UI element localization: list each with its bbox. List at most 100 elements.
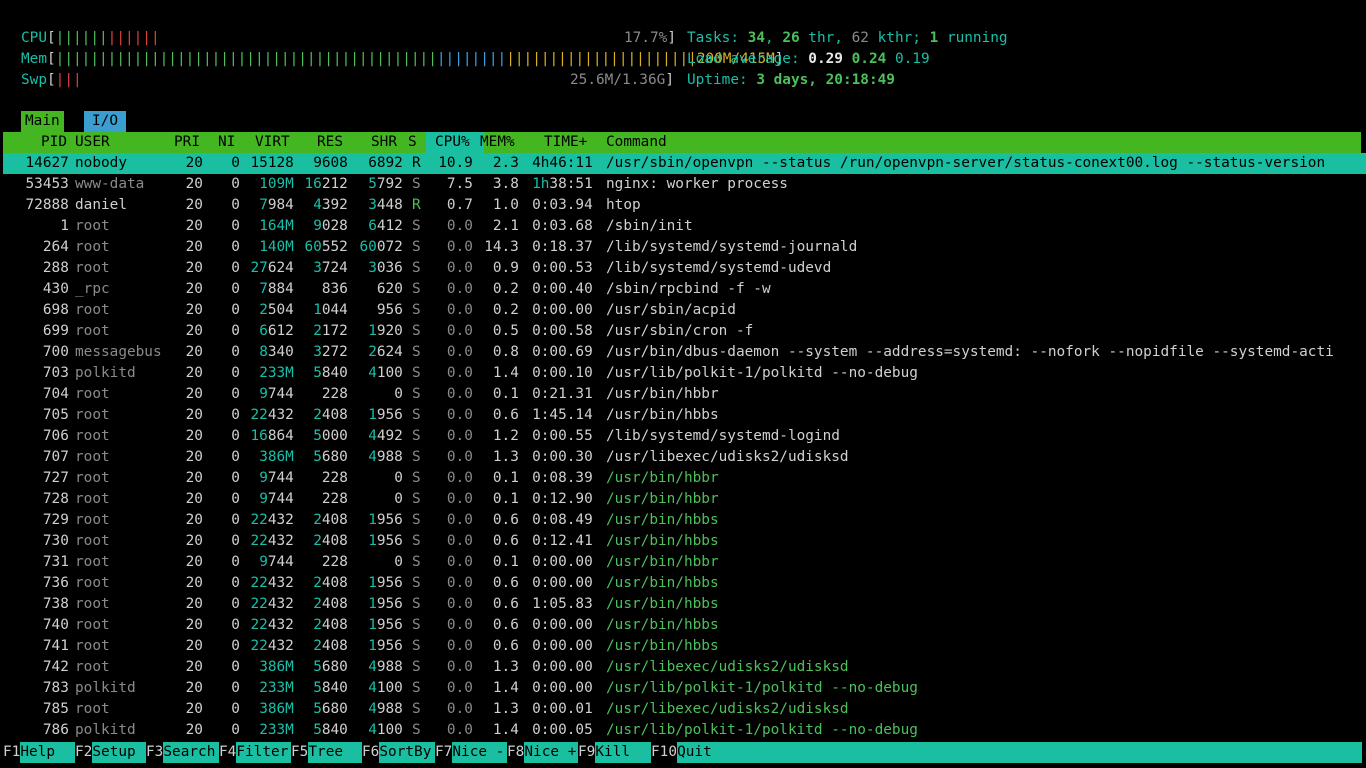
fkey-f8[interactable]: F8 — [507, 742, 524, 763]
cell-user: root — [75, 218, 110, 234]
cell-ni: 0 — [231, 197, 240, 213]
fkey-tree-button[interactable]: Tree — [308, 742, 362, 763]
tab-main[interactable]: Main — [21, 111, 64, 132]
cell-pid: 699 — [42, 323, 69, 339]
fkey-f10[interactable]: F10 — [651, 742, 677, 763]
cell-command: /usr/libexec/udisks2/udisksd — [606, 701, 849, 717]
tasks-summary: Tasks: 34, 26 thr, 62 kthr; 1 running — [687, 30, 1008, 46]
table-row[interactable]: 736 root 20 0 22432 2408 1956 S 0.0 0.6 0:00.00/us… — [3, 573, 1366, 594]
cell-state: S — [412, 218, 421, 234]
fkey-f6[interactable]: F6 — [362, 742, 379, 763]
cell-pri: 20 — [185, 575, 203, 591]
fkey-quit-button[interactable]: Quit — [677, 742, 1362, 763]
fkey-kill-button[interactable]: Kill — [595, 742, 651, 763]
table-row[interactable]: 742 root 20 0 386M 5680 4988 S 0.0 1.3 0:00.00/usr… — [3, 657, 1366, 678]
col-state[interactable]: S — [408, 132, 417, 153]
fkey-search-button[interactable]: Search — [163, 742, 219, 763]
col-pri[interactable]: PRI — [174, 132, 200, 153]
fkey-f5[interactable]: F5 — [291, 742, 308, 763]
cell-cpu: 0.0 — [446, 239, 473, 255]
cell-user: polkitd — [75, 365, 136, 381]
table-row[interactable]: 53453 www-data 20 0 109M 16212 5792 S 7.5 3.8 1h38… — [3, 174, 1366, 195]
col-user[interactable]: USER — [75, 132, 110, 153]
cell-shr: 1956 — [368, 407, 403, 423]
table-row[interactable]: 785 root 20 0 386M 5680 4988 S 0.0 1.3 0:00.01/usr… — [3, 699, 1366, 720]
cell-time: 0:00.53 — [532, 260, 593, 276]
cell-time: 0:12.90 — [532, 491, 593, 507]
table-row[interactable]: 699 root 20 0 6612 2172 1920 S 0.0 0.5 0:00.58/usr… — [3, 321, 1366, 342]
col-res[interactable]: RES — [317, 132, 343, 153]
table-row[interactable]: 72888 daniel 20 0 7984 4392 3448 R 0.7 1.0 0:03.94… — [3, 195, 1366, 216]
fkey-f9[interactable]: F9 — [578, 742, 595, 763]
fkey-filter-button[interactable]: Filter — [236, 742, 291, 763]
table-row[interactable]: 738 root 20 0 22432 2408 1956 S 0.0 0.6 1:05.83/us… — [3, 594, 1366, 615]
table-row[interactable]: 728 root 20 0 9744 228 0 S 0.0 0.1 0:12.90/usr/bin… — [3, 489, 1366, 510]
col-virt[interactable]: VIRT — [255, 132, 290, 153]
table-row[interactable]: 703 polkitd 20 0 233M 5840 4100 S 0.0 1.4 0:00.10 /… — [3, 363, 1366, 384]
table-row[interactable]: 705 root 20 0 22432 2408 1956 S 0.0 0.6 1:45.14/us… — [3, 405, 1366, 426]
fkey-f1[interactable]: F1 — [3, 742, 20, 763]
cell-command: /sbin/rpcbind -f -w — [606, 281, 771, 297]
fkey-f7[interactable]: F7 — [435, 742, 452, 763]
cell-cpu: 0.0 — [446, 428, 473, 444]
table-row[interactable]: 288 root 20 0 27624 3724 3036 S 0.0 0.9 0:00.53/li… — [3, 258, 1366, 279]
table-row[interactable]: 786 polkitd 20 0 233M 5840 4100 S 0.0 1.4 0:00.05 /… — [3, 720, 1366, 741]
table-row[interactable]: 264 root 20 0 140M 60552 60072 S 0.0 14.3 0:18.37 /… — [3, 237, 1366, 258]
fkey-nice-button[interactable]: Nice + — [524, 742, 578, 763]
col-cpu-sorted[interactable]: CPU% — [426, 132, 484, 153]
cell-virt: 22432 — [250, 596, 294, 612]
table-row[interactable]: 704 root 20 0 9744 228 0 S 0.0 0.1 0:21.31/usr/bin… — [3, 384, 1366, 405]
col-mem[interactable]: MEM% — [480, 132, 515, 153]
table-row[interactable]: 698 root 20 0 2504 1044 956 S 0.0 0.2 0:00.00/usr/… — [3, 300, 1366, 321]
col-time[interactable]: TIME+ — [544, 132, 587, 153]
cell-user: root — [75, 470, 110, 486]
cell-cpu: 0.0 — [446, 470, 473, 486]
cell-user: _rpc — [75, 281, 110, 297]
col-command[interactable]: Command — [606, 132, 667, 153]
table-row[interactable]: 730 root 20 0 22432 2408 1956 S 0.0 0.6 0:12.41/us… — [3, 531, 1366, 552]
col-pid[interactable]: PID — [41, 132, 67, 153]
cell-res: 5000 — [313, 428, 348, 444]
cell-virt: 2504 — [259, 302, 294, 318]
table-row[interactable]: 740 root 20 0 22432 2408 1956 S 0.0 0.6 0:00.00/us… — [3, 615, 1366, 636]
table-row[interactable]: 729 root 20 0 22432 2408 1956 S 0.0 0.6 0:08.49/us… — [3, 510, 1366, 531]
cell-user: daniel — [75, 197, 127, 213]
table-row[interactable]: 783 polkitd 20 0 233M 5840 4100 S 0.0 1.4 0:00.00 /… — [3, 678, 1366, 699]
cell-res: 3724 — [313, 260, 348, 276]
fkey-help-button[interactable]: Help — [20, 742, 75, 763]
table-row[interactable]: 700 messagebus 20 0 8340 3272 2624 S 0.0 0.8 0:00.… — [3, 342, 1366, 363]
cell-mem: 0.1 — [492, 491, 519, 507]
fkey-nice-button[interactable]: Nice - — [452, 742, 507, 763]
cell-command: /lib/systemd/systemd-logind — [606, 428, 840, 444]
table-row[interactable]: 706 root 20 0 16864 5000 4492 S 0.0 1.2 0:00.55/li… — [3, 426, 1366, 447]
table-row[interactable]: 741 root 20 0 22432 2408 1956 S 0.0 0.6 0:00.00/us… — [3, 636, 1366, 657]
tab-io[interactable]: I/O — [84, 111, 126, 132]
cell-ni: 0 — [231, 554, 240, 570]
cell-user: root — [75, 554, 110, 570]
table-row[interactable]: 707 root 20 0 386M 5680 4988 S 0.0 1.3 0:00.30/usr… — [3, 447, 1366, 468]
fkey-f2[interactable]: F2 — [75, 742, 92, 763]
cell-shr: 956 — [376, 302, 403, 318]
fkey-setup-button[interactable]: Setup — [92, 742, 146, 763]
table-row[interactable]: 727 root 20 0 9744 228 0 S 0.0 0.1 0:08.39/usr/bin… — [3, 468, 1366, 489]
table-row[interactable]: 731 root 20 0 9744 228 0 S 0.0 0.1 0:00.00/usr/bin… — [3, 552, 1366, 573]
cell-virt: 22432 — [250, 575, 294, 591]
cell-mem: 1.3 — [492, 701, 519, 717]
fkey-f4[interactable]: F4 — [219, 742, 236, 763]
table-row[interactable]: 1 root 20 0 164M 9028 6412 S 0.0 2.1 0:03.68/sbin/… — [3, 216, 1366, 237]
col-ni[interactable]: NI — [218, 132, 235, 153]
table-row[interactable]: 430 _rpc 20 0 7884 836 620 S 0.0 0.2 0:00.40/sbin/… — [3, 279, 1366, 300]
cell-user: root — [75, 449, 110, 465]
table-row-selected[interactable]: 14627 nobody 20 0 15128 9608 6892 R 10.9 2.3 4h46:… — [3, 153, 1366, 174]
cell-user: polkitd — [75, 680, 136, 696]
cell-command: /usr/lib/polkit-1/polkitd --no-debug — [606, 680, 918, 696]
cell-state: S — [412, 407, 421, 423]
fkey-f3[interactable]: F3 — [146, 742, 163, 763]
cell-command: /usr/bin/hbbr — [606, 386, 719, 402]
cell-shr: 1956 — [368, 596, 403, 612]
cell-ni: 0 — [231, 155, 240, 171]
cell-shr: 2624 — [368, 344, 403, 360]
cell-pid: 1 — [60, 218, 69, 234]
col-shr[interactable]: SHR — [371, 132, 397, 153]
fkey-sortby-button[interactable]: SortBy — [379, 742, 435, 763]
